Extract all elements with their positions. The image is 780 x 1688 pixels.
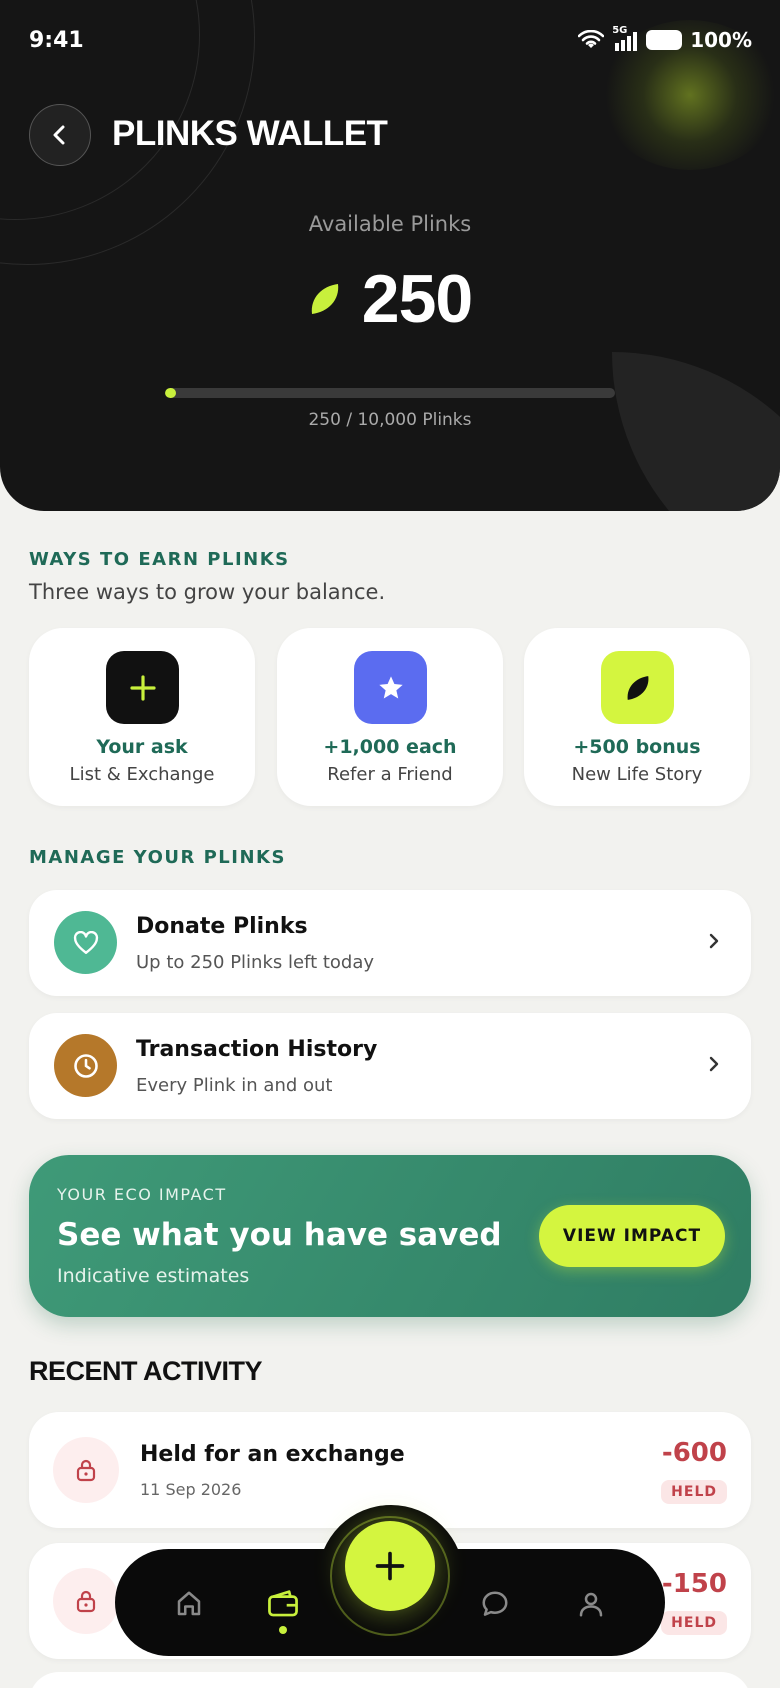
activity-amount: -600 xyxy=(661,1438,727,1468)
status-icons: 5G 100% xyxy=(578,25,752,52)
nav-wallet[interactable] xyxy=(258,1579,308,1629)
earn-card-label: List & Exchange xyxy=(69,764,215,785)
activity-date: 11 Sep 2026 xyxy=(140,1480,242,1499)
active-indicator xyxy=(279,1626,287,1634)
balance-progress-bar xyxy=(165,388,615,398)
eco-impact-card: YOUR ECO IMPACT See what you have saved … xyxy=(29,1155,751,1317)
chevron-left-icon xyxy=(53,125,65,145)
balance-amount: 250 xyxy=(361,261,473,337)
wifi-icon xyxy=(578,30,605,48)
lock-icon xyxy=(53,1568,119,1634)
status-bar: 9:41 5G 100% xyxy=(0,0,780,84)
progress-text: 250 / 10,000 Plinks xyxy=(308,410,472,430)
earn-card-list-exchange[interactable]: Your ask List & Exchange xyxy=(29,628,255,806)
earn-card-label: Refer a Friend xyxy=(327,764,453,785)
balance-display: 250 xyxy=(0,260,780,338)
wallet-header: 9:41 5G 100% PLINKS WALLET Available Pli… xyxy=(0,0,780,511)
heart-icon xyxy=(54,911,117,974)
view-impact-button[interactable]: VIEW IMPACT xyxy=(539,1205,725,1267)
earn-card-label: New Life Story xyxy=(571,764,703,785)
add-button[interactable] xyxy=(345,1521,435,1611)
status-time: 9:41 xyxy=(29,28,84,53)
activity-title: Held for an exchange xyxy=(140,1442,405,1467)
leaf-icon xyxy=(601,651,674,724)
manage-item-subtitle: Up to 250 Plinks left today xyxy=(136,952,375,973)
available-label: Available Plinks xyxy=(308,212,472,236)
earn-section-subtitle: Three ways to grow your balance. xyxy=(29,580,386,604)
star-icon xyxy=(354,651,427,724)
progress-fill xyxy=(165,388,177,398)
earn-card-new-life-story[interactable]: +500 bonus New Life Story xyxy=(524,628,750,806)
impact-subtitle: Indicative estimates xyxy=(57,1265,250,1287)
clock-icon xyxy=(54,1034,117,1097)
wallet-icon xyxy=(268,1590,298,1617)
donate-plinks-row[interactable]: Donate Plinks Up to 250 Plinks left toda… xyxy=(29,890,751,996)
battery-icon xyxy=(646,30,683,50)
cellular-signal-icon: 5G xyxy=(612,25,638,51)
decorative-leaf xyxy=(612,352,780,511)
manage-section-label: MANAGE YOUR PLINKS xyxy=(29,847,286,868)
back-button[interactable] xyxy=(29,104,91,166)
leaf-icon xyxy=(311,284,338,314)
manage-item-title: Donate Plinks xyxy=(136,914,308,939)
chevron-right-icon xyxy=(709,1056,719,1072)
plus-icon xyxy=(106,651,179,724)
status-badge: HELD xyxy=(661,1480,727,1504)
activity-item[interactable] xyxy=(29,1672,751,1688)
earn-card-value: Your ask xyxy=(96,736,188,758)
profile-icon xyxy=(579,1592,603,1617)
nav-chat[interactable] xyxy=(470,1579,520,1629)
chevron-right-icon xyxy=(709,933,719,949)
plus-icon xyxy=(375,1551,405,1581)
battery-level: 100% xyxy=(690,28,752,52)
transaction-history-row[interactable]: Transaction History Every Plink in and o… xyxy=(29,1013,751,1119)
manage-item-subtitle: Every Plink in and out xyxy=(136,1075,333,1096)
earn-section-label: WAYS TO EARN PLINKS xyxy=(29,549,290,570)
manage-item-title: Transaction History xyxy=(136,1037,378,1062)
nav-profile[interactable] xyxy=(566,1579,616,1629)
impact-kicker: YOUR ECO IMPACT xyxy=(57,1185,227,1204)
home-icon xyxy=(177,1591,201,1616)
recent-activity-title: RECENT ACTIVITY xyxy=(29,1356,263,1386)
status-badge: HELD xyxy=(661,1611,727,1635)
earn-card-value: +1,000 each xyxy=(323,736,457,758)
page-title: PLINKS WALLET xyxy=(112,114,388,153)
earn-card-value: +500 bonus xyxy=(573,736,701,758)
earn-card-refer-friend[interactable]: +1,000 each Refer a Friend xyxy=(277,628,503,806)
nav-home[interactable] xyxy=(164,1579,214,1629)
lock-icon xyxy=(53,1437,119,1503)
impact-headline: See what you have saved xyxy=(57,1217,502,1253)
chat-icon xyxy=(482,1591,508,1616)
activity-amount: -150 xyxy=(661,1569,727,1599)
